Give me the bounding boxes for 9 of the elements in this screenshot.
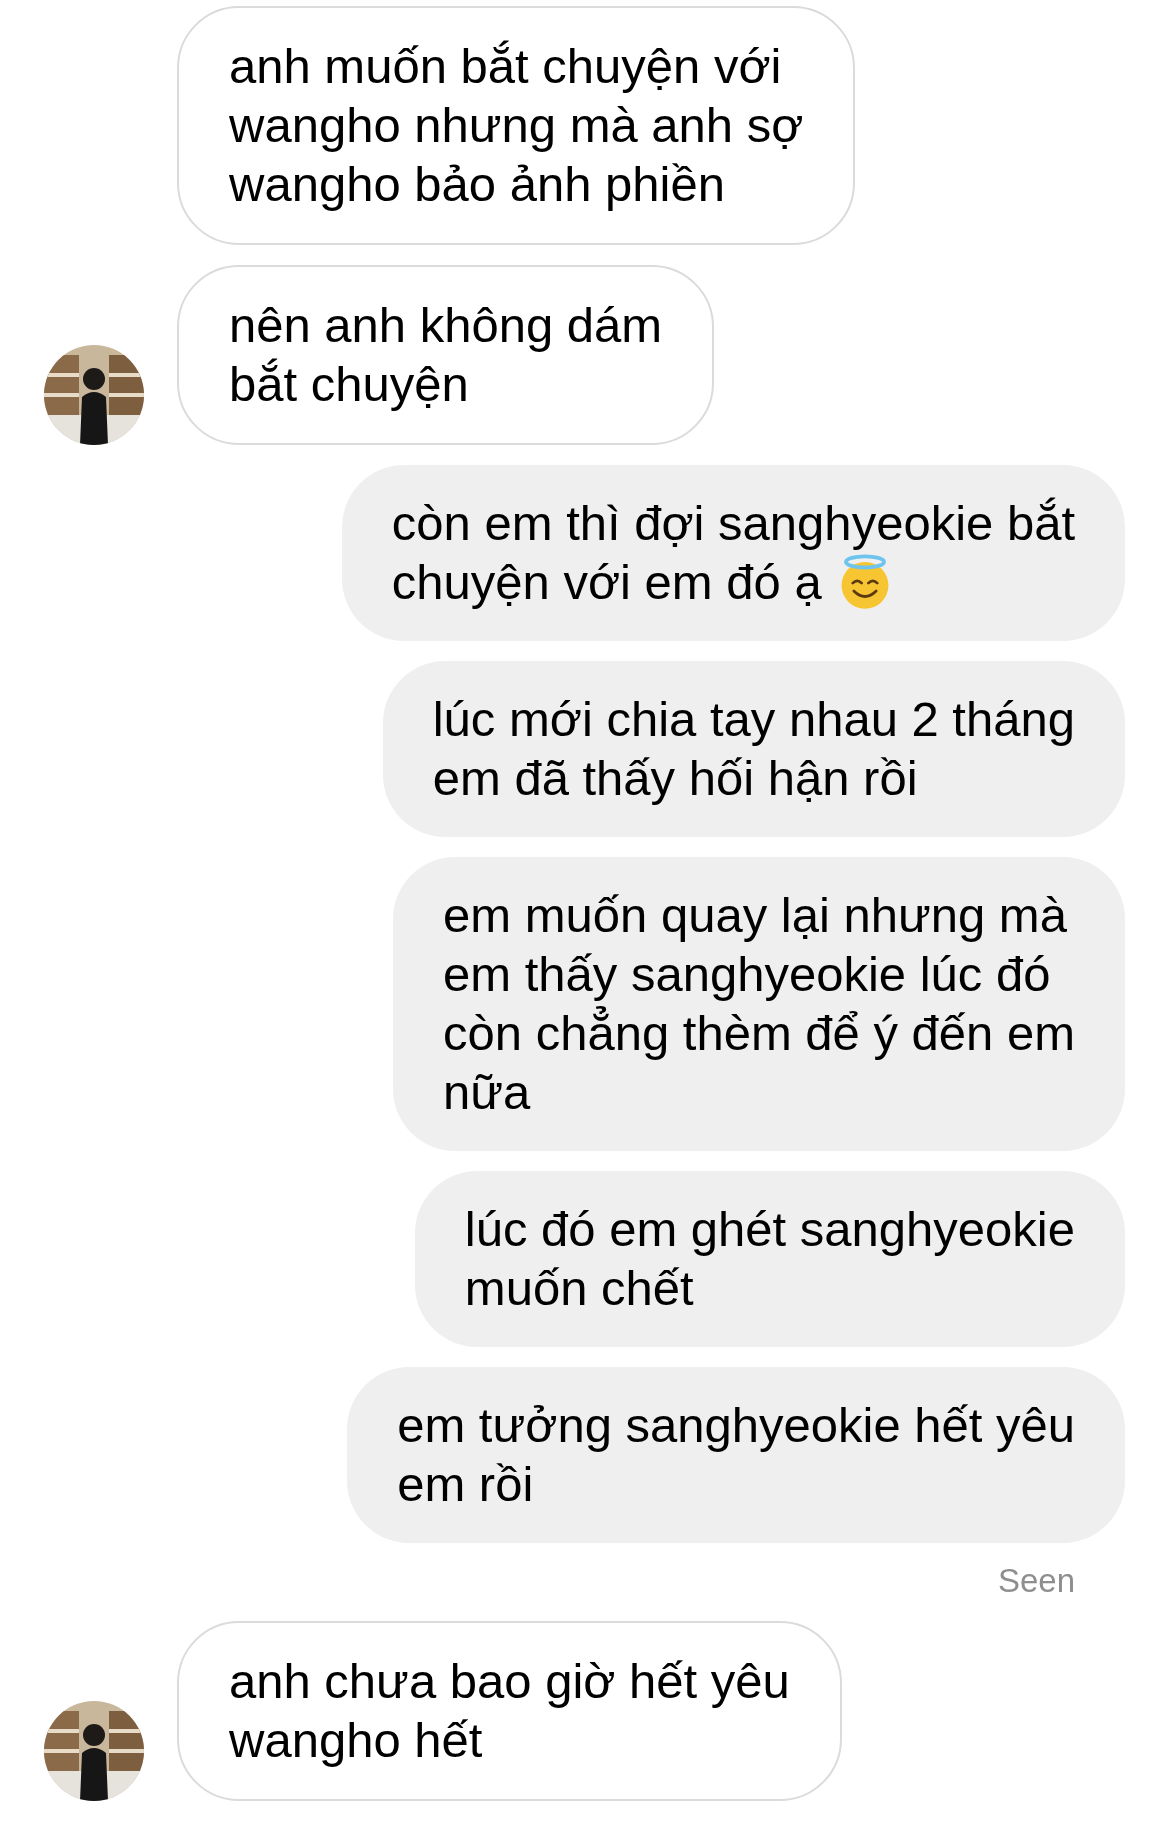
message-bubble: anh muốn bắt chuyện với wangho nhưng mà anh sợ wangho bảo ảnh phiền (177, 6, 856, 245)
message-bubble: lúc mới chia tay nhau 2 tháng em đã thấy hối hận rồi (382, 661, 1125, 837)
seen-status: Seen (997, 1561, 1075, 1601)
message-bubble: lúc đó em ghét sanghyeokie muốn chết (414, 1171, 1125, 1347)
message-bubble: anh chưa bao giờ hết yêu wangho hết (177, 1621, 842, 1801)
message-bubble: em tưởng sanghyeokie hết yêu em rồi (347, 1367, 1125, 1543)
message-bubble: còn em thì đợi sanghyeokie bắt chuyện với em đó ạ (341, 465, 1125, 641)
message-bubble: nên anh không dám bắt chuyện (177, 265, 715, 445)
message-bubble: em muốn quay lại nhưng mà em thấy sanghyeokie lúc đó còn chẳng thèm để ý đến em nữa (393, 857, 1125, 1151)
